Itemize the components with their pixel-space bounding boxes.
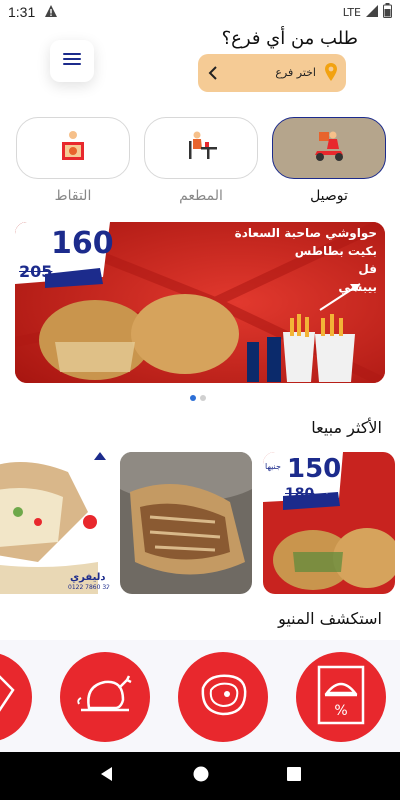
warning-icon xyxy=(44,4,58,22)
branch-select[interactable]: اختر فرع xyxy=(198,54,346,92)
meat-steak-icon xyxy=(195,670,251,724)
back-icon[interactable] xyxy=(98,765,116,787)
battery-icon xyxy=(383,3,392,21)
svg-text:%: % xyxy=(334,703,347,719)
banner-line-4: بيبسي xyxy=(338,280,377,294)
product-card-pizza[interactable]: دليفري 0122 7860 32 xyxy=(0,452,110,594)
network-type: LTE xyxy=(342,5,361,19)
banner-price: 160 xyxy=(51,226,114,261)
status-indicators: LTE xyxy=(343,3,392,21)
app-screen: 1:31 LTE طلب من أي فرع؟ اختر فرع توصيل ا… xyxy=(0,0,400,800)
chicken-roast-icon xyxy=(75,670,135,724)
order-type-delivery[interactable] xyxy=(272,117,386,179)
order-type-pickup-label: التقاط xyxy=(54,188,92,204)
promo-banner[interactable]: 160 بدل 205 حواوشي صاحبة السعادة بكيت بط… xyxy=(15,222,385,383)
branch-placeholder: اختر فرع xyxy=(275,66,316,79)
category-meat[interactable] xyxy=(178,652,268,742)
product-card-hawawshi[interactable] xyxy=(120,452,252,594)
delivery-scooter-icon xyxy=(309,129,349,167)
status-bar: 1:31 LTE xyxy=(0,0,400,24)
home-icon[interactable] xyxy=(192,765,210,787)
banner-line-3: فل xyxy=(358,262,377,276)
hamburger-menu-button[interactable] xyxy=(50,40,94,82)
best-sellers-title: الأكثر مبيعا xyxy=(311,418,382,437)
category-chicken[interactable] xyxy=(60,652,150,742)
product-card-offer-150[interactable]: 150 جنيها بدل 180 xyxy=(263,452,395,594)
page-title: طلب من أي فرع؟ xyxy=(221,28,358,49)
product-price-prefix: بدل xyxy=(313,484,329,495)
explore-menu-title: استكشف المنيو xyxy=(278,609,382,628)
product-phone: 0122 7860 32 xyxy=(68,584,110,591)
category-offers[interactable]: % xyxy=(296,652,386,742)
banner-price-prefix: بدل xyxy=(69,258,86,271)
chevron-left-icon xyxy=(206,64,220,86)
product-caption: دليفري xyxy=(70,572,106,583)
pickup-bag-icon xyxy=(53,129,93,167)
status-time: 1:31 xyxy=(8,4,36,20)
carousel-dot[interactable] xyxy=(200,395,206,401)
banner-old-price: 205 xyxy=(19,262,53,281)
restaurant-dining-icon xyxy=(181,129,221,167)
sandwich-icon xyxy=(0,670,15,724)
order-type-restaurant[interactable] xyxy=(144,117,258,179)
offers-cloche-icon: % xyxy=(313,665,369,729)
product-old-price: 180 xyxy=(285,486,315,502)
order-type-pickup[interactable] xyxy=(16,117,130,179)
banner-line-1: حواوشي صاحبة السعادة xyxy=(234,226,377,240)
product-price-unit: جنيها xyxy=(265,462,281,471)
system-navigation-bar xyxy=(0,752,400,800)
product-image xyxy=(120,452,252,594)
banner-line-2: بكيت بطاطس xyxy=(294,244,377,258)
product-price: 150 xyxy=(287,454,342,484)
carousel-dot-active[interactable] xyxy=(190,395,196,401)
order-type-delivery-label: توصيل xyxy=(310,188,348,204)
location-pin-icon xyxy=(324,62,338,86)
signal-icon xyxy=(365,4,379,21)
hamburger-icon xyxy=(62,51,82,71)
recents-icon[interactable] xyxy=(286,766,302,786)
carousel-indicator xyxy=(190,395,206,401)
order-type-restaurant-label: المطعم xyxy=(179,188,223,204)
